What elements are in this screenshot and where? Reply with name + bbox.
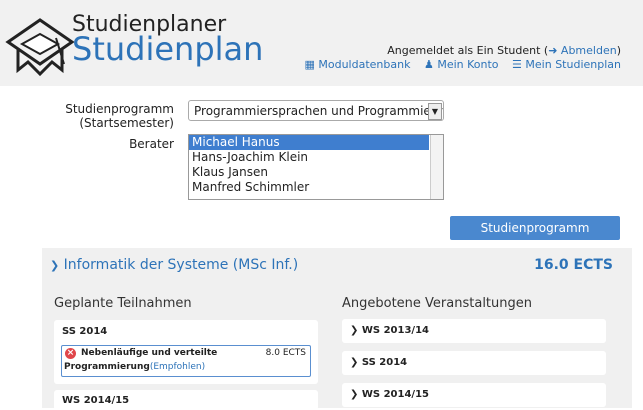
nav-mein-konto[interactable]: ♟ Mein Konto <box>424 58 499 71</box>
graduation-cap-logo <box>5 18 75 77</box>
app-header: Studienplaner Studienplan Angemeldet als… <box>0 0 643 86</box>
user-icon: ♟ <box>423 58 434 71</box>
listbox-scrollbar[interactable] <box>430 135 443 199</box>
course-ects: 8.0 ECTS <box>265 348 306 358</box>
offered-semester-toggle[interactable]: ❯ WS 2013/14 <box>342 319 606 343</box>
offered-heading: Angebotene Veranstaltungen <box>342 296 532 311</box>
program-select[interactable]: Programmiersprachen und Programmiersyste… <box>188 100 444 121</box>
course-name-line2: Programmierung(Empfohlen) <box>64 362 206 372</box>
chevron-down-icon: ❯ <box>50 259 60 272</box>
login-close: ) <box>616 44 621 57</box>
database-icon: ▦ <box>304 58 315 71</box>
remove-icon[interactable]: × <box>65 348 76 359</box>
advisor-option[interactable]: Manfred Schimmler <box>189 180 429 195</box>
semester-label: SS 2014 <box>62 326 108 337</box>
planned-heading: Geplante Teilnahmen <box>54 296 192 311</box>
offered-semester-toggle[interactable]: ❯ WS 2014/15 <box>342 383 606 407</box>
program-label: Studienprogramm (Startsemester) <box>65 102 174 130</box>
semester-label: WS 2014/15 <box>62 395 130 406</box>
nav-moduldatenbank[interactable]: ▦ Moduldatenbank <box>304 58 410 71</box>
save-program-button[interactable]: Studienprogramm speichern <box>450 216 620 259</box>
login-text: Angemeldet als Ein Student ( <box>387 44 549 57</box>
chevron-right-icon: ❯ <box>350 357 359 368</box>
chevron-right-icon: ❯ <box>350 389 359 400</box>
advisor-listbox[interactable]: Michael Hanus Hans-Joachim Klein Klaus J… <box>188 134 444 200</box>
advisor-label: Berater <box>129 137 174 151</box>
chevron-down-icon[interactable]: ▼ <box>428 103 442 120</box>
list-icon: ☰ <box>512 58 522 71</box>
offered-semester-toggle[interactable]: ❯ SS 2014 <box>342 351 606 375</box>
nav-mein-studienplan[interactable]: ☰ Mein Studienplan <box>512 58 621 71</box>
advisor-option[interactable]: Klaus Jansen <box>189 165 429 180</box>
course-item[interactable]: × Nebenläufige und verteilte 8.0 ECTS Pr… <box>61 345 311 377</box>
logout-icon[interactable]: ➜ <box>548 44 557 57</box>
advisor-option[interactable]: Michael Hanus <box>189 135 429 150</box>
chevron-right-icon: ❯ <box>350 325 359 336</box>
module-title[interactable]: ❯ Informatik der Systeme (MSc Inf.) <box>50 257 298 273</box>
login-status: Angemeldet als Ein Student (➜ Abmelden) <box>387 44 621 57</box>
main-nav: ▦ Moduldatenbank ♟ Mein Konto ☰ Mein Stu… <box>294 58 621 71</box>
module-ects: 16.0 ECTS <box>534 257 613 273</box>
advisor-option[interactable]: Hans-Joachim Klein <box>189 150 429 165</box>
course-name: Nebenläufige und verteilte <box>81 348 218 358</box>
planned-semester-card: WS 2014/15 <box>54 390 318 410</box>
logout-link[interactable]: Abmelden <box>561 44 617 57</box>
brand-title: Studienplan <box>72 30 264 68</box>
recommended-link[interactable]: (Empfohlen) <box>150 362 205 372</box>
